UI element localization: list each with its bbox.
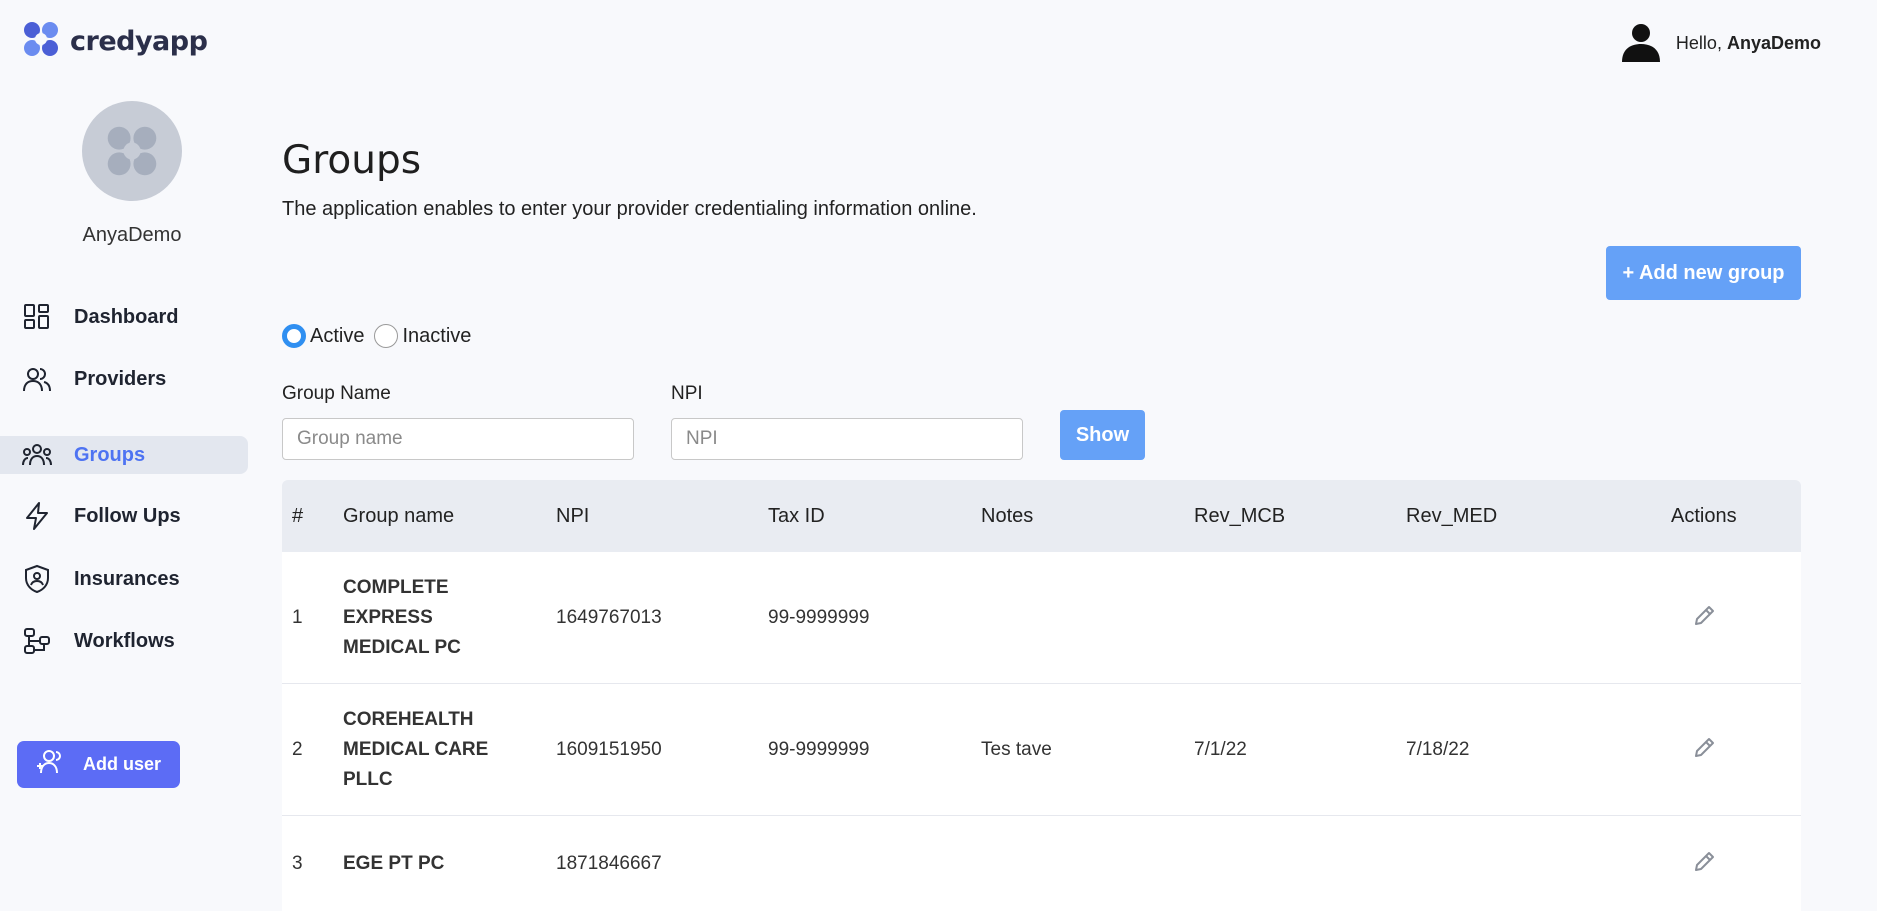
table-row[interactable]: 2 COREHEALTH MEDICAL CARE PLLC 160915195… (282, 684, 1801, 816)
row-number: 2 (292, 738, 303, 760)
column-header-notes[interactable]: Notes (981, 505, 1033, 528)
sidebar-item-label: Insurances (74, 567, 180, 590)
dashboard-icon (22, 302, 52, 332)
inactive-radio[interactable] (374, 324, 399, 348)
greeting-text: Hello, AnyaDemo (1675, 33, 1821, 53)
column-header-group-name[interactable]: Group name (343, 505, 454, 528)
profile-avatar (82, 101, 182, 201)
sidebar-item-workflows[interactable]: Workflows (0, 622, 248, 660)
page-title: Groups (282, 138, 422, 183)
shield-icon (22, 564, 52, 594)
sidebar-item-label: Dashboard (74, 305, 179, 328)
column-header-number: # (292, 504, 304, 527)
logo-text: credyapp (70, 26, 208, 57)
users-icon (22, 364, 52, 394)
sidebar-item-insurances[interactable]: Insurances (0, 560, 248, 598)
row-number: 3 (292, 852, 303, 874)
sidebar-item-groups[interactable]: Groups (0, 436, 248, 474)
workflow-icon (22, 626, 52, 656)
group-name-input[interactable] (282, 418, 634, 460)
row-npi: 1871846667 (556, 852, 662, 874)
table-header: # Group name NPI Tax ID Notes Rev_MCB Re… (282, 480, 1801, 552)
edit-icon[interactable] (1693, 849, 1717, 879)
edit-icon[interactable] (1693, 603, 1717, 633)
table-row[interactable]: 3 EGE PT PC 1871846667 (282, 816, 1801, 911)
add-user-icon (35, 749, 63, 780)
add-user-label: Add user (83, 754, 162, 774)
sidebar-item-label: Groups (74, 443, 146, 466)
edit-icon[interactable] (1693, 735, 1717, 765)
sidebar-item-providers[interactable]: Providers (0, 360, 248, 398)
active-radio[interactable] (282, 324, 306, 348)
avatar-logo-icon (107, 126, 157, 176)
column-header-actions: Actions (1671, 504, 1737, 527)
page-subtitle: The application enables to enter your pr… (282, 198, 977, 220)
add-user-button[interactable]: Add user (17, 741, 180, 788)
row-group-name: COMPLETE EXPRESS MEDICAL PC (343, 576, 461, 658)
row-tax-id: 99-9999999 (768, 738, 870, 760)
npi-input[interactable] (671, 418, 1023, 460)
sidebar-item-label: Workflows (74, 629, 175, 652)
npi-label: NPI (671, 383, 703, 404)
sidebar-item-label: Follow Ups (74, 504, 181, 527)
user-avatar-icon (1620, 20, 1662, 67)
lightning-icon (22, 501, 52, 531)
groups-icon (22, 440, 52, 470)
row-number: 1 (292, 606, 303, 628)
row-rev-mcb: 7/1/22 (1194, 738, 1247, 760)
sidebar-item-follow-ups[interactable]: Follow Ups (0, 497, 248, 535)
row-group-name: COREHEALTH MEDICAL CARE PLLC (343, 708, 489, 790)
active-radio-label[interactable]: Active (310, 325, 364, 348)
column-header-tax-id[interactable]: Tax ID (768, 505, 825, 528)
row-notes: Tes tave (981, 738, 1052, 760)
user-menu[interactable]: Hello, AnyaDemo (1620, 20, 1821, 67)
sidebar-username: AnyaDemo (82, 224, 182, 246)
row-npi: 1649767013 (556, 606, 662, 628)
row-npi: 1609151950 (556, 738, 662, 760)
add-new-group-button[interactable]: + Add new group (1606, 246, 1801, 300)
row-tax-id: 99-9999999 (768, 606, 870, 628)
inactive-radio-label[interactable]: Inactive (402, 325, 471, 348)
row-rev-med: 7/18/22 (1406, 738, 1470, 760)
row-group-name: EGE PT PC (343, 852, 445, 874)
logo-icon (20, 18, 62, 65)
column-header-npi[interactable]: NPI (556, 505, 589, 528)
column-header-rev-med[interactable]: Rev_MED (1406, 505, 1497, 528)
sidebar-item-dashboard[interactable]: Dashboard (0, 298, 248, 336)
app-logo[interactable]: credyapp (20, 18, 208, 65)
show-button[interactable]: Show (1060, 410, 1145, 460)
sidebar-item-label: Providers (74, 367, 167, 390)
status-filter: Active Inactive (282, 324, 481, 348)
group-name-label: Group Name (282, 383, 391, 404)
header-username: AnyaDemo (1726, 33, 1821, 53)
groups-table: # Group name NPI Tax ID Notes Rev_MCB Re… (282, 480, 1801, 911)
column-header-rev-mcb[interactable]: Rev_MCB (1194, 505, 1285, 528)
table-row[interactable]: 1 COMPLETE EXPRESS MEDICAL PC 1649767013… (282, 552, 1801, 684)
